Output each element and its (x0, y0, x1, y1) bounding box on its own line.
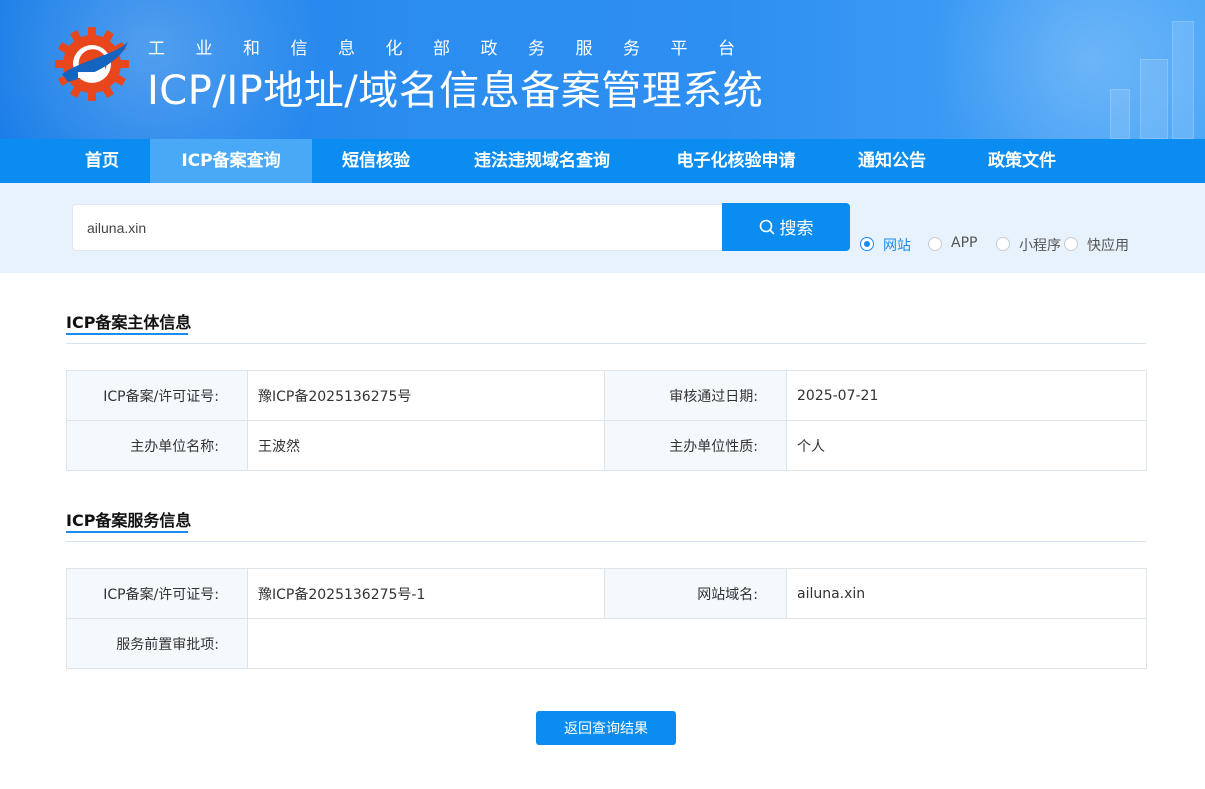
license-label: ICP备案/许可证号: (66, 370, 248, 421)
org-type-label: 主办单位性质: (604, 420, 787, 471)
back-to-results-button[interactable]: 返回查询结果 (536, 711, 676, 745)
search-bar: 搜索 网站 APP 小程序 快应用 (0, 183, 1205, 273)
table-row: ICP备案/许可证号: 豫ICP备2025136275号-1 网站域名: ail… (66, 568, 1147, 619)
section-underline (66, 333, 188, 335)
org-name-value: 王波然 (247, 420, 605, 471)
search-icon (759, 219, 775, 240)
service-license-label: ICP备案/许可证号: (66, 568, 248, 619)
search-button[interactable]: 搜索 (722, 203, 850, 251)
main-nav: 首页 ICP备案查询 短信核验 违法违规域名查询 电子化核验申请 通知公告 政策… (0, 139, 1205, 183)
radio-mini-program[interactable]: 小程序 (996, 235, 1066, 254)
service-info-table: ICP备案/许可证号: 豫ICP备2025136275号-1 网站域名: ail… (66, 568, 1147, 669)
radio-website[interactable]: 网站 (860, 235, 920, 254)
banner-building (1172, 21, 1194, 139)
section-title-service: ICP备案服务信息 (66, 511, 192, 530)
approve-date-value: 2025-07-21 (786, 370, 1147, 421)
search-button-label: 搜索 (779, 219, 814, 240)
search-input[interactable] (72, 204, 723, 251)
radio-label: 快应用 (1087, 238, 1129, 254)
radio-dot (928, 237, 942, 251)
approve-date-label: 审核通过日期: (604, 370, 787, 421)
domain-label: 网站域名: (604, 568, 787, 619)
table-row: 主办单位名称: 王波然 主办单位性质: 个人 (66, 420, 1147, 471)
nav-item-sms-verify[interactable]: 短信核验 (312, 139, 440, 183)
table-row: 服务前置审批项: (66, 618, 1147, 669)
section-title-subject: ICP备案主体信息 (66, 313, 192, 332)
radio-app[interactable]: APP (928, 235, 988, 253)
radio-label: APP (951, 235, 978, 251)
service-license-value: 豫ICP备2025136275号-1 (247, 568, 605, 619)
radio-dot (860, 237, 874, 251)
header-banner: 工业和信息化部政务服务平台 ICP/IP地址/域名信息备案管理系统 (0, 0, 1205, 139)
radio-dot (1064, 237, 1078, 251)
org-type-value: 个人 (786, 420, 1147, 471)
nav-item-icp-query[interactable]: ICP备案查询 (150, 139, 312, 183)
radio-quick-app[interactable]: 快应用 (1064, 235, 1134, 254)
subject-info-table: ICP备案/许可证号: 豫ICP备2025136275号 审核通过日期: 202… (66, 370, 1147, 471)
radio-label: 网站 (883, 238, 911, 254)
nav-item-illegal-domain-query[interactable]: 违法违规域名查询 (440, 139, 644, 183)
radio-label: 小程序 (1019, 238, 1061, 254)
section-divider (66, 541, 1146, 542)
license-value: 豫ICP备2025136275号 (247, 370, 605, 421)
nav-item-policy-docs[interactable]: 政策文件 (956, 139, 1088, 183)
pre-approval-label: 服务前置审批项: (66, 618, 248, 669)
domain-value: ailuna.xin (786, 568, 1147, 619)
org-name-label: 主办单位名称: (66, 420, 248, 471)
nav-item-home[interactable]: 首页 (54, 139, 150, 183)
banner-building (1110, 89, 1130, 139)
section-underline (66, 531, 188, 533)
radio-dot (996, 237, 1010, 251)
pre-approval-value (247, 618, 1147, 669)
section-divider (66, 343, 1146, 344)
miit-logo-icon (55, 27, 129, 101)
nav-item-notices[interactable]: 通知公告 (828, 139, 956, 183)
platform-subtitle: 工业和信息化部政务服务平台 (148, 39, 766, 59)
table-row: ICP备案/许可证号: 豫ICP备2025136275号 审核通过日期: 202… (66, 370, 1147, 421)
nav-item-electronic-verify[interactable]: 电子化核验申请 (644, 139, 828, 183)
system-title: ICP/IP地址/域名信息备案管理系统 (147, 68, 764, 114)
banner-building (1140, 59, 1168, 139)
